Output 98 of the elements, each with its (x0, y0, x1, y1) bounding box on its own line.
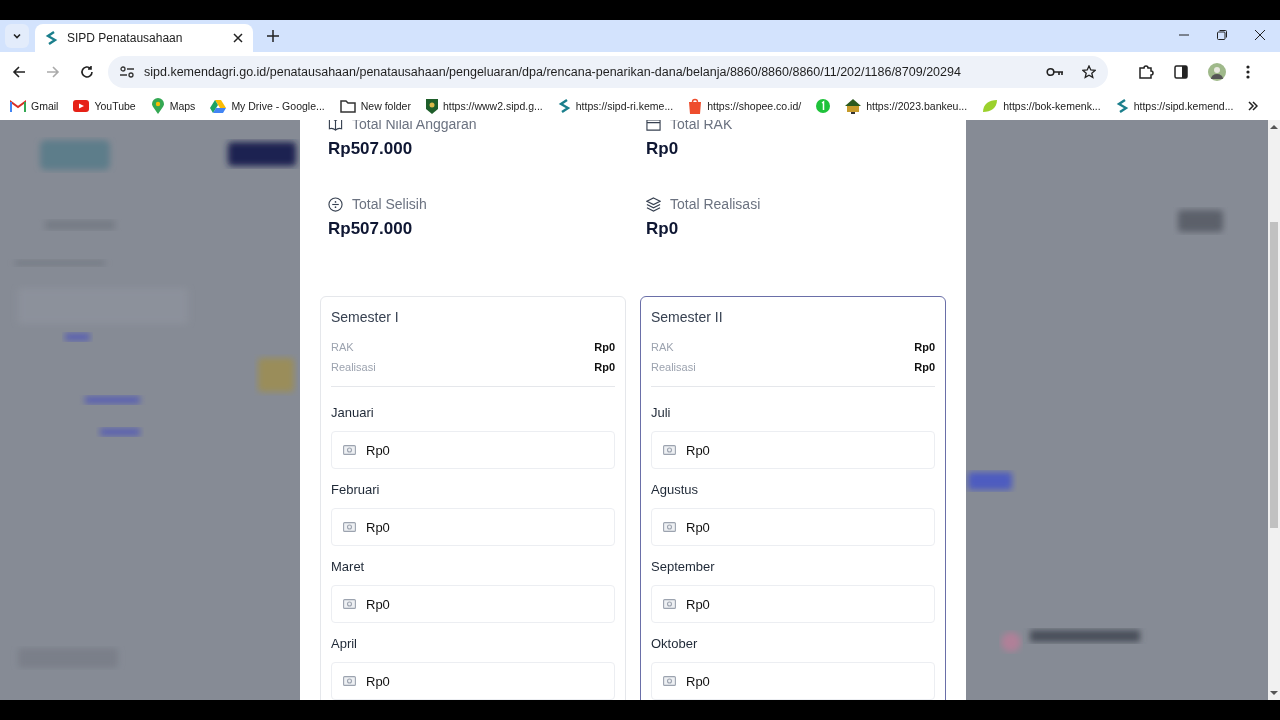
bookmark[interactable]: YouTube (73, 100, 136, 112)
money-icon (663, 599, 676, 609)
month-label: Juli (651, 404, 672, 422)
scroll-down-icon[interactable] (1270, 690, 1278, 696)
amount-field[interactable]: Rp0 (651, 508, 935, 546)
bookmark[interactable]: https://bok-kemenk... (982, 99, 1101, 113)
amount-field[interactable]: Rp0 (651, 431, 935, 469)
shield-icon (425, 98, 438, 114)
bookmark[interactable]: https://sipd-ri.keme... (557, 98, 674, 114)
site-info-icon[interactable] (120, 66, 134, 78)
address-bar[interactable]: sipd.kemendagri.go.id/penatausahaan/penatausahaan/pengeluaran/dpa/rencana-penarikan-dana/belanja/8860/8860/8860/11/202/1186/8709/20294 (108, 56, 1108, 88)
money-icon (343, 522, 356, 532)
month-label: Februari (331, 481, 381, 499)
logo-icon (557, 98, 571, 114)
side-panel-icon[interactable] (1174, 65, 1188, 79)
rak-label: RAK (651, 340, 674, 355)
map-pin-icon (150, 98, 165, 114)
puzzle-icon[interactable] (1138, 64, 1154, 80)
bookmark[interactable]: https://2023.bankeu... (845, 98, 968, 114)
money-icon (663, 676, 676, 686)
browser-tab[interactable]: SIPD Penatausahaan (35, 24, 253, 52)
folder-icon (339, 99, 356, 113)
chevrons-icon[interactable] (1248, 101, 1258, 111)
logo-icon (45, 30, 59, 46)
money-icon (343, 676, 356, 686)
house-icon (845, 98, 862, 114)
realisasi-value: Rp0 (914, 360, 935, 375)
logo-icon (1115, 98, 1129, 114)
stat-value: Rp507.000 (328, 218, 414, 240)
avatar-icon[interactable] (1208, 63, 1226, 81)
month-label: September (651, 558, 716, 576)
tab-search-button[interactable] (5, 24, 29, 48)
realisasi-label: Realisasi (651, 360, 696, 375)
url-text: sipd.kemendagri.go.id/penatausahaan/penatausahaan/pengeluaran/dpa/rencana-penarikan-dana/belanja/8860/8860/8860/11/202/1186/8709/20294 (144, 65, 962, 79)
book-icon (328, 120, 343, 132)
month-label: Januari (331, 404, 375, 422)
semester-title: Semester I (331, 308, 400, 327)
semester-card[interactable]: Semester II RAK Rp0 Realisasi Rp0 Juli Rp0 Agustus Rp0 September Rp0 Oktober Rp0 (640, 296, 946, 700)
month-label: Maret (331, 558, 366, 576)
realisasi-value: Rp0 (594, 360, 615, 375)
close-icon[interactable] (233, 33, 243, 43)
restore-icon[interactable] (1217, 30, 1227, 40)
key-icon[interactable] (1046, 67, 1064, 77)
semester-title: Semester II (651, 308, 724, 327)
month-label: Agustus (651, 481, 699, 499)
divide-icon (328, 196, 343, 212)
month-label: Oktober (651, 635, 699, 653)
layers-icon (646, 196, 661, 212)
stat-label: Total Realisasi (670, 196, 761, 212)
back-icon[interactable] (12, 65, 26, 79)
amount-field[interactable]: Rp0 (651, 585, 935, 623)
bookmark[interactable]: Maps (150, 98, 196, 114)
new-tab-icon[interactable] (267, 30, 279, 42)
semester-card[interactable]: Semester I RAK Rp0 Realisasi Rp0 Januari Rp0 Februari Rp0 Maret Rp0 April Rp0 (320, 296, 626, 700)
bookmark[interactable]: My Drive - Google... (210, 99, 325, 113)
realisasi-label: Realisasi (331, 360, 376, 375)
amount-field[interactable]: Rp0 (331, 662, 615, 700)
stat-value: Rp0 (646, 138, 680, 160)
scroll-up-icon[interactable] (1270, 124, 1278, 130)
bookmark[interactable]: New folder (339, 99, 411, 113)
blurred-logo (40, 140, 110, 170)
blurred-menu-item (85, 396, 140, 404)
blurred-menu-item (100, 428, 140, 436)
bookmark[interactable]: https://www2.sipd.g... (425, 98, 543, 114)
bookmark[interactable]: https://sipd.kemend... (1115, 98, 1234, 114)
reload-icon[interactable] (80, 65, 94, 79)
blurred-dot (1001, 632, 1021, 652)
triangle-logo-icon (210, 99, 227, 113)
amount-field[interactable]: Rp0 (331, 585, 615, 623)
card-icon (646, 120, 661, 132)
amount-field[interactable]: Rp0 (331, 508, 615, 546)
amount-field[interactable]: Rp0 (651, 662, 935, 700)
tab-title: SIPD Penatausahaan (67, 31, 184, 45)
amount-field[interactable]: Rp0 (331, 431, 615, 469)
close-icon[interactable] (1255, 30, 1265, 40)
blurred-image (258, 358, 294, 392)
rak-value: Rp0 (594, 340, 615, 355)
money-icon (663, 522, 676, 532)
bookmark[interactable]: https://shopee.co.id/ (688, 98, 802, 114)
scrollbar[interactable] (1268, 120, 1280, 700)
leaf-icon (982, 99, 999, 113)
rak-label: RAK (331, 340, 354, 355)
play-icon (73, 100, 90, 112)
bag-icon (688, 98, 703, 114)
mail-icon (10, 100, 26, 112)
month-label: April (331, 635, 358, 653)
menu-icon[interactable] (1246, 65, 1250, 79)
money-icon (663, 445, 676, 455)
rak-value: Rp0 (914, 340, 935, 355)
money-icon (343, 599, 356, 609)
bookmark[interactable]: Gmail (10, 100, 59, 112)
blurred-menu-item (65, 333, 90, 341)
money-icon (343, 445, 356, 455)
stat-value: Rp507.000 (328, 138, 414, 160)
stat-value: Rp0 (646, 218, 680, 240)
star-icon[interactable] (1082, 65, 1096, 79)
stat-label: Total Selisih (352, 196, 427, 212)
blurred-chip (968, 472, 1012, 490)
